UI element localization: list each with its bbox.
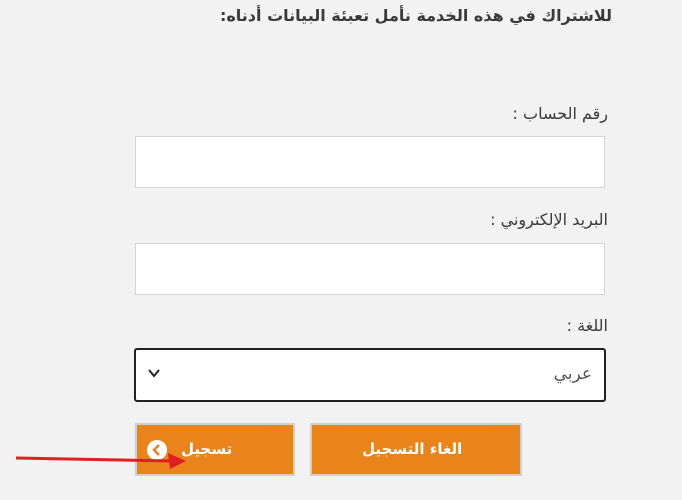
chevron-down-icon bbox=[148, 369, 160, 378]
email-input[interactable] bbox=[135, 243, 605, 295]
form-intro-text: للاشتراك في هذه الخدمة نأمل تعبئة البيان… bbox=[219, 6, 612, 25]
language-label: اللغة : bbox=[566, 316, 608, 335]
account-number-input[interactable] bbox=[135, 136, 605, 188]
subscription-form: للاشتراك في هذه الخدمة نأمل تعبئة البيان… bbox=[0, 0, 682, 500]
account-number-label: رقم الحساب : bbox=[512, 104, 608, 123]
language-select-value: عربي bbox=[553, 364, 592, 384]
email-label: البريد الإلكتروني : bbox=[490, 210, 608, 229]
cancel-registration-button[interactable]: الغاء التسجيل bbox=[310, 423, 522, 476]
red-arrow-annotation bbox=[15, 453, 186, 469]
language-select[interactable]: عربي bbox=[134, 348, 606, 402]
cancel-registration-button-label: الغاء التسجيل bbox=[362, 440, 463, 458]
